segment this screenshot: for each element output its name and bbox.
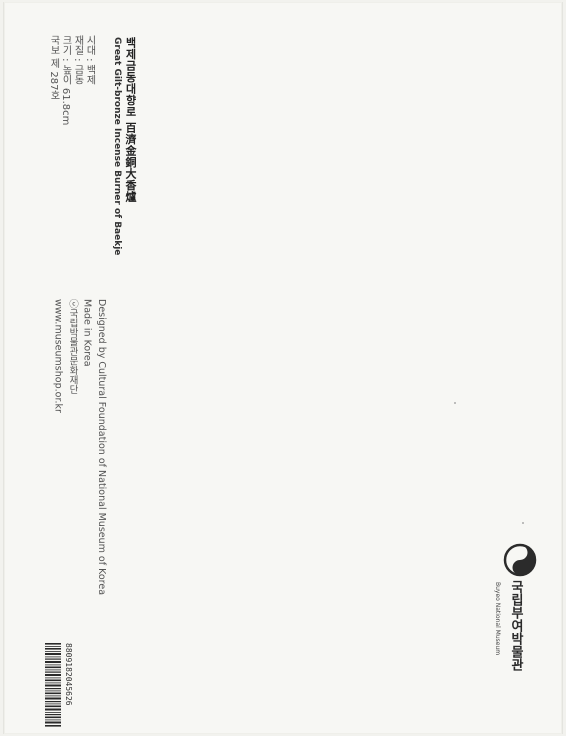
spec-material: 재질 : 금동 — [72, 35, 83, 85]
barcode: 8809182045626 — [45, 643, 73, 727]
product-title: 백제금동대향로 百濟金銅大香爐 Great Gilt-bronze Incens… — [112, 37, 137, 256]
spec-national-treasure: 국보 제 287호 — [48, 35, 59, 101]
taegeuk-emblem-icon — [503, 543, 537, 577]
museum-logo: 국립부여박물관 Buyeo National Museum — [494, 542, 548, 692]
spec-era: 시대 : 백제 — [84, 35, 95, 85]
product-card-back: 백제금동대향로 百濟金銅大香爐 Great Gilt-bronze Incens… — [3, 2, 563, 734]
museum-name-korean: 국립부여박물관 — [508, 580, 523, 671]
credit-copyright: ⓒ국립박물관문화재단 — [67, 299, 78, 394]
museum-name-english: Buyeo National Museum — [494, 582, 501, 656]
barcode-number: 8809182045626 — [64, 643, 73, 706]
speck — [454, 402, 456, 404]
barcode-bars — [45, 643, 61, 731]
speck — [522, 522, 524, 524]
credit-website[interactable]: www.museumshop.or.kr — [53, 299, 64, 595]
credit-designer: Designed by Cultural Foundation of Natio… — [96, 299, 107, 596]
product-specs: 시대 : 백제 재질 : 금동 크기 : 높이 61.8cm 국보 제 287호 — [46, 35, 95, 126]
product-title-english: Great Gilt-bronze Incense Burner of Baek… — [112, 37, 122, 256]
credit-origin: Made in Korea — [81, 299, 93, 367]
product-title-korean: 백제금동대향로 百濟金銅大香爐 — [124, 37, 137, 203]
credits: Designed by Cultural Foundation of Natio… — [48, 299, 108, 596]
spec-size: 크기 : 높이 61.8cm — [60, 35, 71, 126]
